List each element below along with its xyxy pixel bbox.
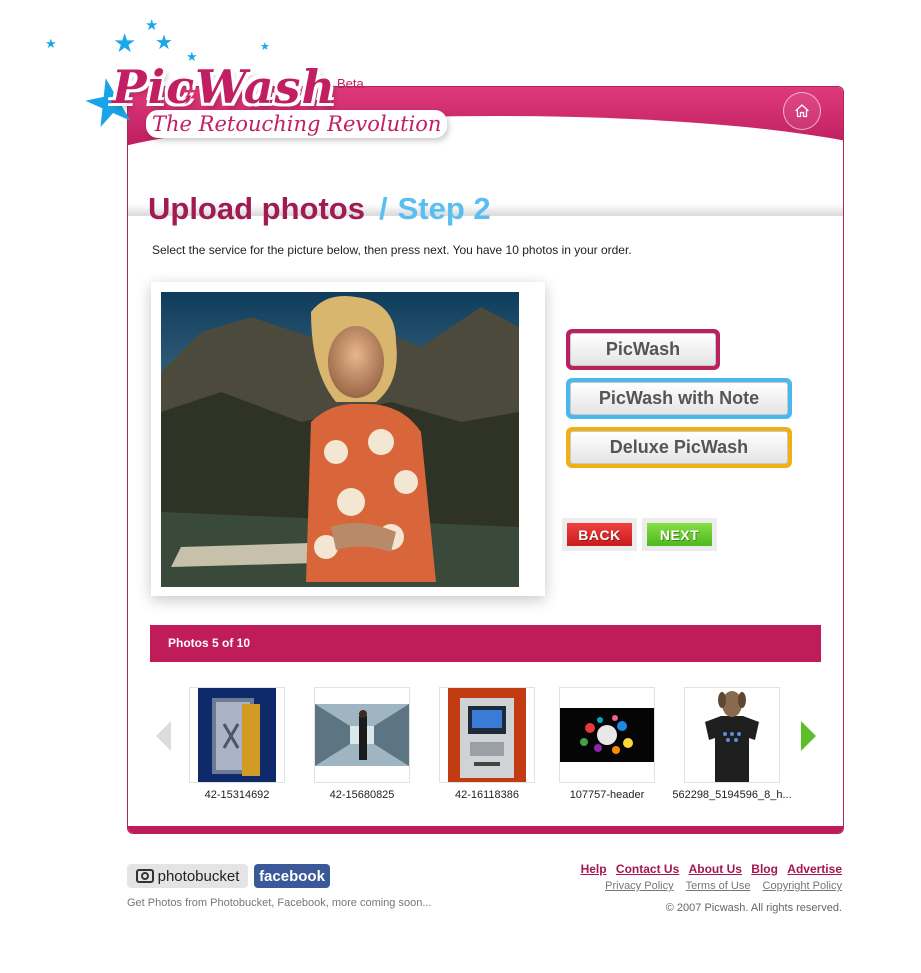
next-button[interactable]: NEXT <box>647 523 712 546</box>
title-main: Upload photos <box>148 191 365 226</box>
facebook-button[interactable]: facebook <box>254 864 330 888</box>
camera-icon <box>135 869 154 883</box>
picwash-button[interactable]: PicWash <box>566 329 720 370</box>
page-title: Upload photos / Step 2 <box>148 191 491 227</box>
contact-link[interactable]: Contact Us <box>616 862 679 876</box>
photos-bar: Photos 5 of 10 <box>150 625 821 662</box>
thumbnail[interactable] <box>684 687 780 783</box>
thumbnail-label: 107757-header <box>569 789 645 801</box>
back-button[interactable]: BACK <box>567 523 632 546</box>
picwash-with-note-button[interactable]: PicWash with Note <box>566 378 792 419</box>
blog-link[interactable]: Blog <box>751 862 778 876</box>
picwash-button-label: PicWash <box>570 333 716 366</box>
logo-beta: Beta <box>337 76 364 91</box>
picwash-with-note-button-label: PicWash with Note <box>570 382 788 415</box>
bottom-bar <box>128 826 843 833</box>
thumbnail-label: 562298_5194596_8_h... <box>672 789 792 801</box>
main-panel: Upload photos / Step 2 Select the service … <box>127 86 844 834</box>
advertise-link[interactable]: Advertise <box>787 862 842 876</box>
thumbnail[interactable] <box>314 687 410 783</box>
thumbnail-label: 42-15314692 <box>204 789 270 801</box>
home-button[interactable] <box>783 92 821 130</box>
copyright-text: © 2007 Picwash. All rights reserved. <box>665 902 842 914</box>
star-icon: ★ <box>145 17 159 34</box>
footer-links: Help Contact Us About Us Blog Advertise <box>575 862 842 876</box>
title-step: Step 2 <box>397 191 491 226</box>
deluxe-picwash-button[interactable]: Deluxe PicWash <box>566 427 792 468</box>
logo-tagline: The Retouching Revolution <box>146 110 448 138</box>
logo-title: PicWash <box>112 60 336 114</box>
picwash-logo[interactable]: ★ PicWash Beta The Retouching Revolution <box>75 58 462 158</box>
thumbnail[interactable] <box>559 687 655 783</box>
thumbnail-label: 42-15680825 <box>329 789 395 801</box>
star-icon: ★ <box>45 36 57 51</box>
current-photo <box>161 292 519 587</box>
photo-frame <box>151 282 545 596</box>
thumbnail[interactable] <box>189 687 285 783</box>
footer-note: Get Photos from Photobucket, Facebook, m… <box>127 897 432 909</box>
help-link[interactable]: Help <box>581 862 607 876</box>
next-button-wrapper: NEXT <box>642 518 717 551</box>
next-arrow-icon[interactable] <box>801 721 816 751</box>
about-link[interactable]: About Us <box>689 862 742 876</box>
thumbnail[interactable] <box>439 687 535 783</box>
previous-arrow-icon[interactable] <box>156 721 171 751</box>
copyright-policy-link[interactable]: Copyright Policy <box>763 880 842 892</box>
thumbnail-label: 42-16118386 <box>454 789 520 801</box>
terms-of-use-link[interactable]: Terms of Use <box>686 880 751 892</box>
privacy-policy-link[interactable]: Privacy Policy <box>605 880 673 892</box>
photos-count: Photos 5 of 10 <box>168 636 251 650</box>
photobucket-label: photobucket <box>157 867 240 885</box>
home-icon <box>795 104 809 118</box>
title-separator: / <box>378 191 388 226</box>
star-icon: ★ <box>155 32 173 54</box>
back-button-wrapper: BACK <box>562 518 637 551</box>
photobucket-button[interactable]: photobucket <box>127 864 248 888</box>
footer-legal: Privacy Policy Terms of Use Copyright Po… <box>596 880 842 892</box>
star-icon: ★ <box>260 41 270 53</box>
star-icon: ★ <box>113 28 137 58</box>
instructions-text: Select the service for the picture below… <box>152 243 632 257</box>
deluxe-picwash-button-label: Deluxe PicWash <box>570 431 788 464</box>
